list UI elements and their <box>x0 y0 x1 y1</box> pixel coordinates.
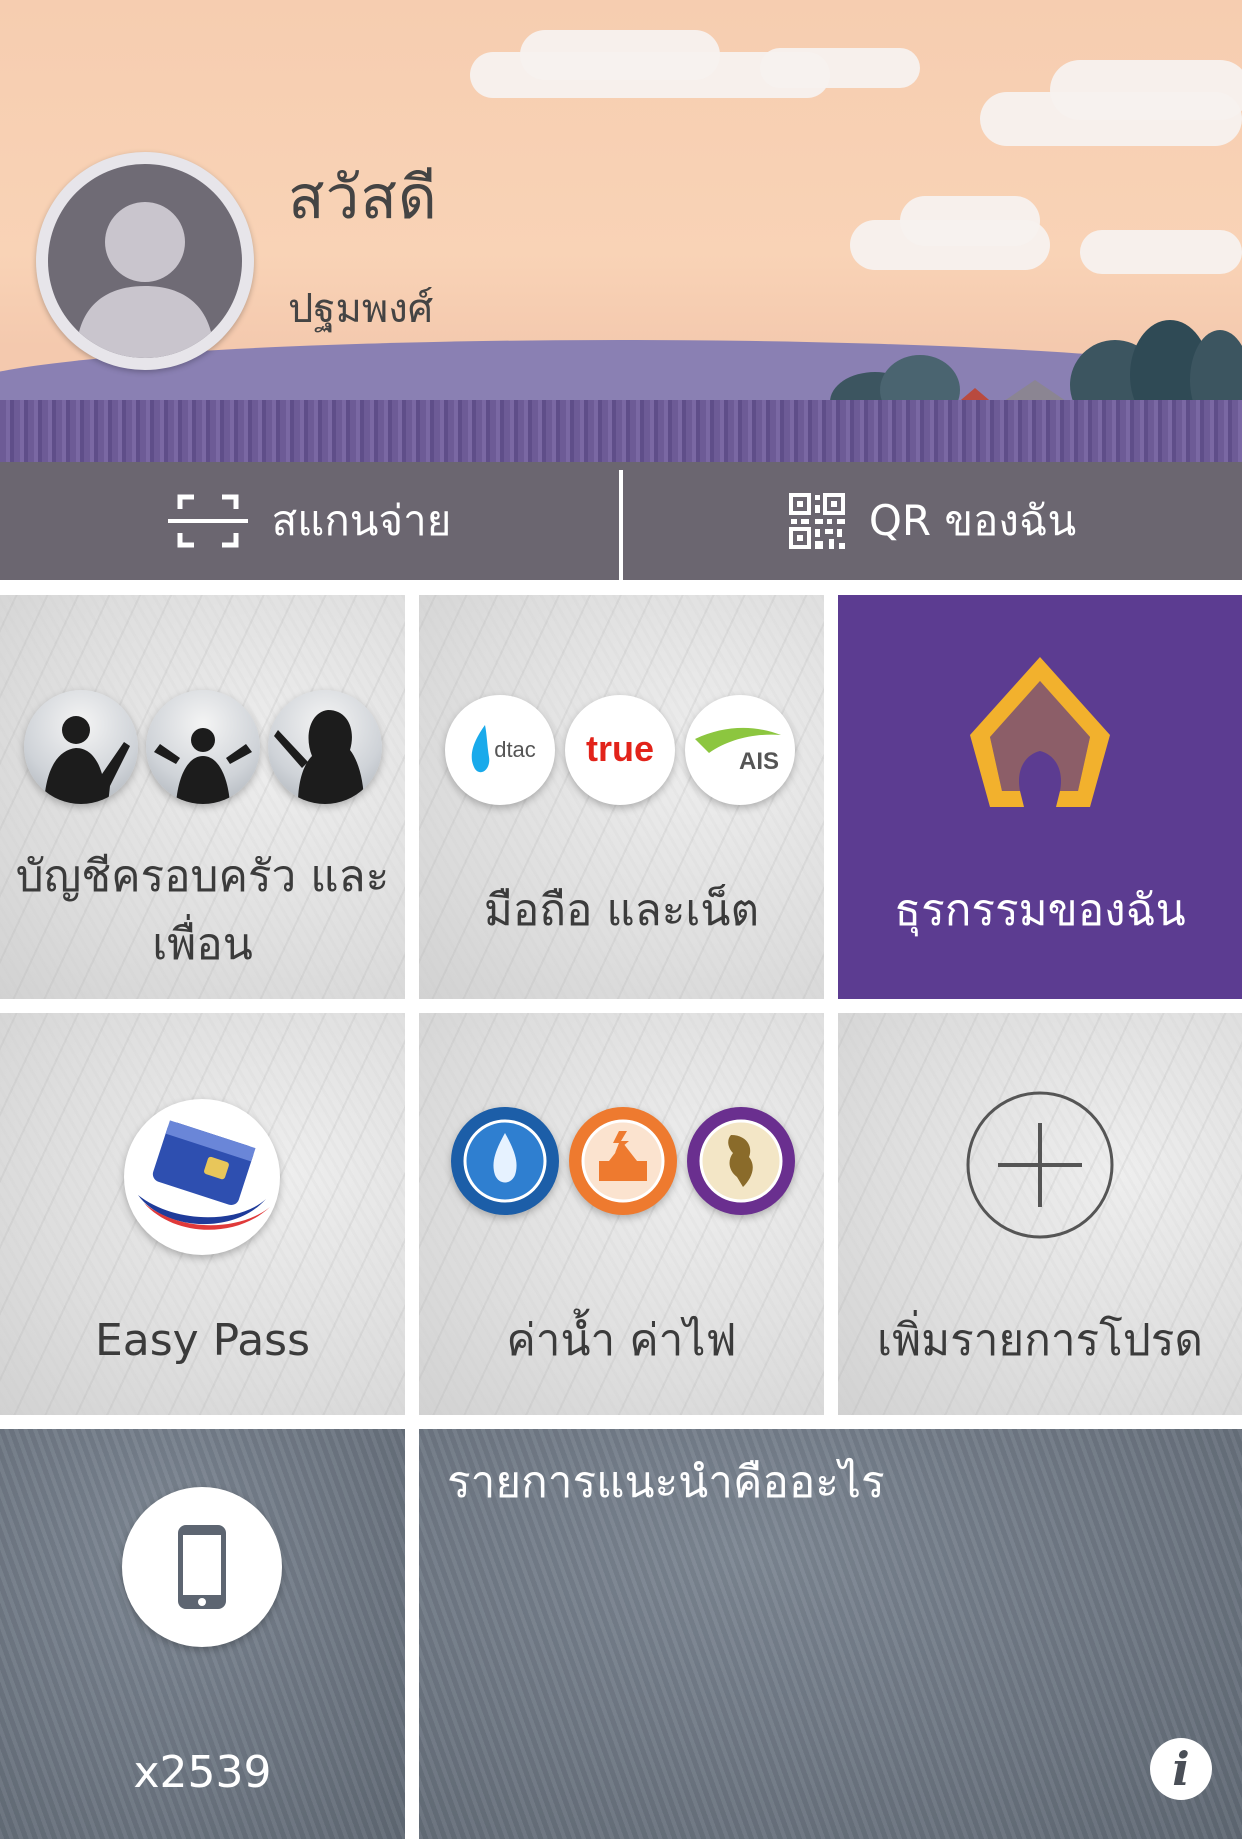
cloud <box>900 196 1040 246</box>
svg-text:true: true <box>586 728 654 769</box>
family-friends-tile[interactable]: บัญชีครอบครัว และ เพื่อน <box>0 595 405 999</box>
cloud <box>1050 60 1242 120</box>
cloud <box>520 30 720 80</box>
my-transactions-tile[interactable]: ธุรกรรมของฉัน <box>838 595 1242 999</box>
user-name: ปฐมพงศ์ <box>288 286 434 332</box>
info-icon[interactable]: i <box>1150 1738 1212 1800</box>
avatar-placeholder-icon <box>48 164 242 358</box>
easy-pass-tile[interactable]: Easy Pass <box>0 1013 405 1415</box>
action-divider <box>619 470 623 580</box>
water-electricity-tile[interactable]: ค่าน้ำ ค่าไฟ <box>419 1013 824 1415</box>
avatar[interactable] <box>36 152 254 370</box>
my-qr-button[interactable]: QR ของฉัน <box>623 462 1242 580</box>
ais-logo: AIS <box>685 695 795 805</box>
scb-leaf-logo-icon <box>970 657 1110 807</box>
mobile-phone-icon <box>122 1487 282 1647</box>
add-favorite-label: เพิ่มรายการโปรด <box>877 1315 1203 1366</box>
easy-pass-label: Easy Pass <box>94 1315 311 1366</box>
lavender-field <box>0 400 1242 462</box>
true-logo: true <box>565 695 675 805</box>
recommended-items-title: รายการแนะนำคืออะไร <box>447 1457 885 1508</box>
family-silhouette-icon <box>268 690 382 804</box>
scan-pay-label: สแกนจ่าย <box>271 496 452 545</box>
my-qr-label: QR ของฉัน <box>868 496 1077 545</box>
mobile-internet-tile[interactable]: dtac true AIS มือถือ และเน็ต <box>419 595 824 999</box>
scan-frame-icon <box>167 493 248 549</box>
add-favorite-tile[interactable]: เพิ่มรายการโปรด <box>838 1013 1242 1415</box>
family-friends-label-line2: เพื่อน <box>152 919 253 970</box>
family-friends-label: บัญชีครอบครัว และ <box>15 851 390 902</box>
profile-header: สวัสดี ปฐมพงศ์ <box>0 0 1242 462</box>
family-silhouette-icon <box>146 690 260 804</box>
svg-text:AIS: AIS <box>739 748 779 775</box>
pwa-logo <box>451 1107 559 1215</box>
easy-pass-card-icon <box>124 1099 280 1255</box>
qr-code-icon <box>788 493 845 549</box>
svg-text:dtac: dtac <box>494 737 536 762</box>
recommended-items-tile[interactable]: รายการแนะนำคืออะไร <box>419 1429 1242 1839</box>
phone-account-label: x2539 <box>133 1747 272 1798</box>
cloud <box>760 48 920 88</box>
cloud <box>1080 230 1242 274</box>
water-electricity-label: ค่าน้ำ ค่าไฟ <box>506 1315 737 1366</box>
my-transactions-label: ธุรกรรมของฉัน <box>894 885 1186 936</box>
family-silhouette-icon <box>24 690 138 804</box>
mobile-internet-label: มือถือ และเน็ต <box>483 885 760 936</box>
add-plus-icon <box>966 1091 1114 1239</box>
phone-account-tile[interactable]: x2539 <box>0 1429 405 1839</box>
dtac-logo: dtac <box>445 695 555 805</box>
scan-pay-button[interactable]: สแกนจ่าย <box>0 462 619 580</box>
pea-logo <box>687 1107 795 1215</box>
mea-logo <box>569 1107 677 1215</box>
greeting-text: สวัสดี <box>288 163 438 233</box>
